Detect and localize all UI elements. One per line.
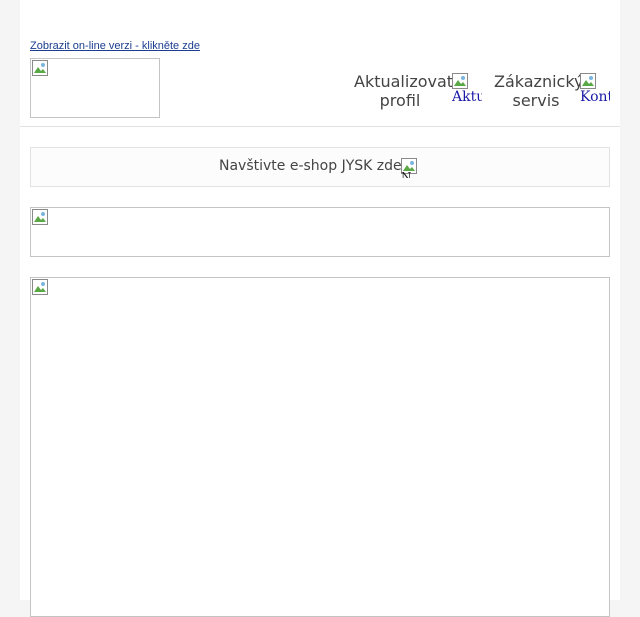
logo-image[interactable]: [30, 58, 160, 118]
broken-image-icon: [32, 209, 48, 225]
broken-image-icon: [32, 60, 48, 76]
broken-image-icon: [580, 73, 596, 89]
eshop-link[interactable]: Navštivte e-shop JYSK zde: [219, 158, 402, 174]
update-profile-link[interactable]: Aktualizovat profil: [354, 72, 453, 110]
update-profile-label: Aktualizovat profil: [354, 72, 454, 110]
update-profile-icon[interactable]: Aktu: [452, 73, 482, 107]
customer-service-alt: Kont: [580, 89, 610, 105]
eshop-banner[interactable]: Navštivte e-shop JYSK zde N: [30, 147, 610, 187]
banner-image[interactable]: [30, 207, 610, 257]
eshop-icon[interactable]: N: [401, 158, 419, 178]
broken-image-icon: [452, 73, 468, 89]
broken-image-icon: [32, 279, 48, 295]
eshop-icon-alt: N: [401, 170, 412, 178]
email-body: Zobrazit on-line verzi - klikněte zde Ak…: [20, 0, 620, 617]
customer-service-label: Zákaznický servis: [494, 72, 584, 110]
customer-service-link[interactable]: Zákaznický servis: [494, 72, 584, 110]
update-profile-alt: Aktu: [452, 89, 482, 105]
header-divider: [20, 126, 620, 127]
customer-service-icon[interactable]: Kont: [580, 73, 610, 107]
hero-image[interactable]: [30, 277, 610, 617]
view-online-link[interactable]: Zobrazit on-line verzi - klikněte zde: [30, 40, 200, 52]
